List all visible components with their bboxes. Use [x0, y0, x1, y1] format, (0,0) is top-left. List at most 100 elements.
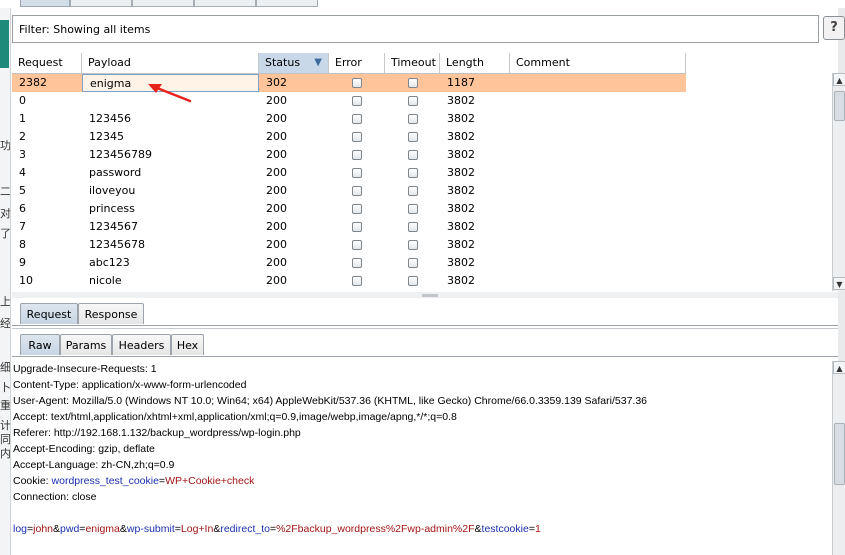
tab-headers[interactable]: Headers [112, 334, 171, 355]
cell-length: 3802 [447, 238, 475, 251]
cookie-name: wordpress_test_cookie [51, 475, 159, 487]
view-tabs: Raw Params Headers Hex [12, 334, 838, 357]
table-row[interactable]: 7 1234567 200 3802 [12, 218, 686, 236]
tab-hex[interactable]: Hex [171, 334, 204, 355]
cell-comment [510, 110, 686, 128]
column-header-timeout[interactable]: Timeout [385, 53, 440, 73]
raw-line: Accept: text/html,application/xhtml+xml,… [13, 411, 457, 423]
timeout-checkbox[interactable] [408, 276, 418, 286]
table-row[interactable]: 3 123456789 200 3802 [12, 146, 686, 164]
cell-status: 200 [266, 112, 287, 125]
raw-line: Accept-Language: zh-CN,zh;q=0.9 [13, 459, 175, 471]
table-row[interactable]: 8 12345678 200 3802 [12, 236, 686, 254]
tab-raw[interactable]: Raw [20, 334, 60, 355]
cookie-prefix: Cookie: [13, 475, 52, 487]
raw-line: Referer: http://192.168.1.132/backup_wor… [13, 427, 301, 439]
timeout-checkbox[interactable] [408, 186, 418, 196]
table-row[interactable]: 6 princess 200 3802 [12, 200, 686, 218]
top-tab-5[interactable] [256, 0, 318, 7]
connection-line: Connection: close [13, 491, 97, 503]
column-header-request[interactable]: Request [12, 53, 82, 73]
message-tabs: Request Response [12, 303, 838, 326]
top-tab-results[interactable] [20, 0, 70, 7]
timeout-checkbox[interactable] [408, 114, 418, 124]
left-background-glyph: 上 [0, 296, 10, 308]
column-header-status[interactable]: Status ▼ [259, 53, 329, 73]
left-background-glyph: 对 [0, 208, 10, 220]
cookie-value: WP+Cookie+check [165, 475, 255, 487]
timeout-checkbox[interactable] [408, 168, 418, 178]
cell-payload: 123456 [89, 112, 131, 125]
raw-request-editor[interactable]: Upgrade-Insecure-Requests: 1 Content-Type… [12, 361, 832, 555]
column-header-length[interactable]: Length [440, 53, 510, 73]
left-background-glyph: 同 [0, 434, 10, 446]
table-row[interactable]: 1 123456 200 3802 [12, 110, 686, 128]
raw-line: Content-Type: application/x-www-form-url… [13, 379, 247, 391]
table-header: Request Payload Status ▼ Error Timeout L… [12, 53, 686, 74]
param-value: Log+In [180, 523, 214, 535]
raw-scroll-up-icon[interactable]: ▲ [833, 361, 845, 374]
error-checkbox[interactable] [352, 240, 362, 250]
timeout-checkbox[interactable] [408, 240, 418, 250]
filter-bar[interactable]: Filter: Showing all items [12, 15, 819, 43]
top-tab-4[interactable] [194, 0, 256, 7]
cell-request: 8 [19, 238, 26, 251]
param-key: redirect_to [220, 523, 270, 535]
tab-response[interactable]: Response [78, 303, 144, 324]
timeout-checkbox[interactable] [408, 132, 418, 142]
raw-scrollbar[interactable]: ▲ [832, 361, 845, 555]
timeout-checkbox[interactable] [408, 96, 418, 106]
error-checkbox[interactable] [352, 222, 362, 232]
table-empty-area [686, 73, 832, 291]
error-checkbox[interactable] [352, 114, 362, 124]
param-separator: & [474, 523, 482, 535]
error-checkbox[interactable] [352, 150, 362, 160]
scroll-up-icon[interactable]: ▲ [833, 73, 845, 86]
top-tab-2[interactable] [70, 0, 132, 7]
timeout-checkbox[interactable] [408, 150, 418, 160]
cell-length: 3802 [447, 220, 475, 233]
table-scrollbar[interactable]: ▲ ▼ [832, 73, 845, 291]
column-header-payload[interactable]: Payload [82, 53, 259, 73]
table-row[interactable]: 2382 enigma 302 1187 [12, 74, 686, 92]
splitter-handle[interactable] [422, 294, 438, 297]
error-checkbox[interactable] [352, 204, 362, 214]
cell-status: 200 [266, 166, 287, 179]
top-tab-3[interactable] [132, 0, 194, 7]
table-row[interactable]: 9 abc123 200 3802 [12, 254, 686, 272]
error-checkbox[interactable] [352, 132, 362, 142]
error-checkbox[interactable] [352, 78, 362, 88]
error-checkbox[interactable] [352, 168, 362, 178]
table-scrollbar-thumb[interactable] [834, 91, 845, 121]
tabs-divider [12, 328, 838, 329]
table-row[interactable]: 10 nicole 200 3802 [12, 272, 686, 290]
table-row[interactable]: 4 password 200 3802 [12, 164, 686, 182]
column-header-error[interactable]: Error [329, 53, 385, 73]
tab-request[interactable]: Request [20, 303, 78, 324]
cell-comment [510, 218, 686, 236]
scroll-down-icon[interactable]: ▼ [833, 277, 845, 290]
tab-params[interactable]: Params [60, 334, 112, 355]
table-row[interactable]: 2 12345 200 3802 [12, 128, 686, 146]
raw-line: Upgrade-Insecure-Requests: 1 [13, 363, 157, 375]
error-checkbox[interactable] [352, 186, 362, 196]
cell-request: 5 [19, 184, 26, 197]
timeout-checkbox[interactable] [408, 78, 418, 88]
cell-request: 7 [19, 220, 26, 233]
cell-length: 3802 [447, 202, 475, 215]
timeout-checkbox[interactable] [408, 204, 418, 214]
help-button[interactable]: ? [823, 16, 845, 40]
raw-scrollbar-thumb[interactable] [834, 423, 845, 485]
cell-comment [510, 128, 686, 146]
error-checkbox[interactable] [352, 96, 362, 106]
error-checkbox[interactable] [352, 258, 362, 268]
cookie-line: Cookie: wordpress_test_cookie=WP+Cookie+… [13, 473, 254, 489]
timeout-checkbox[interactable] [408, 258, 418, 268]
column-header-comment[interactable]: Comment [510, 53, 686, 73]
error-checkbox[interactable] [352, 276, 362, 286]
timeout-checkbox[interactable] [408, 222, 418, 232]
table-row[interactable]: 5 iloveyou 200 3802 [12, 182, 686, 200]
table-row[interactable]: 0 200 3802 [12, 92, 686, 110]
cell-status: 200 [266, 148, 287, 161]
cell-status: 200 [266, 130, 287, 143]
